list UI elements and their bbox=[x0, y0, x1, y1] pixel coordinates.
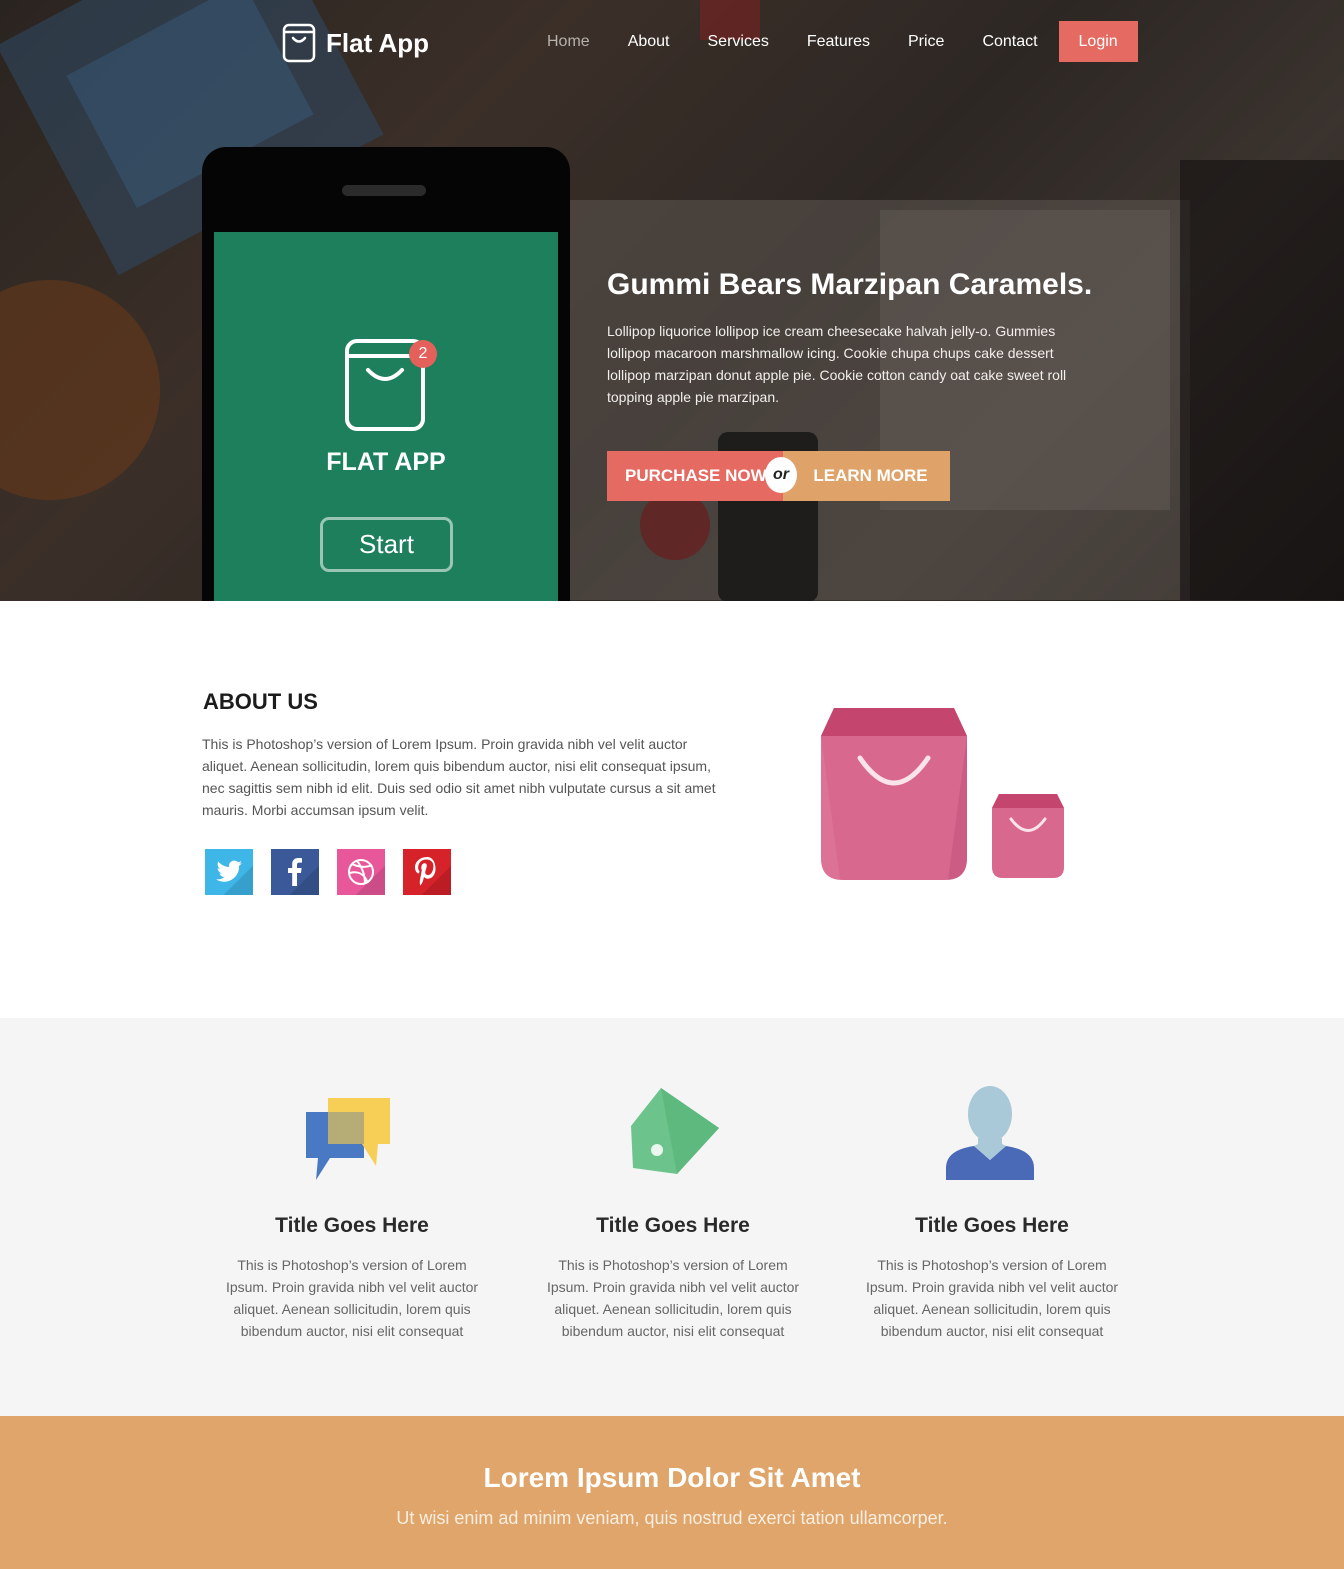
purchase-now-button[interactable]: PURCHASE NOW bbox=[607, 451, 783, 501]
feature-title: Title Goes Here bbox=[596, 1214, 750, 1237]
nav-price[interactable]: Price bbox=[889, 22, 963, 62]
chat-bubbles-icon bbox=[306, 1098, 390, 1180]
login-button[interactable]: Login bbox=[1058, 21, 1138, 62]
nav-home[interactable]: Home bbox=[528, 22, 609, 62]
feature-title: Title Goes Here bbox=[275, 1214, 429, 1237]
learn-more-button[interactable]: LEARN MORE bbox=[783, 451, 950, 501]
nav-contact[interactable]: Contact bbox=[963, 22, 1056, 62]
dribbble-icon[interactable] bbox=[337, 849, 385, 895]
background-photo-detail bbox=[1180, 160, 1344, 600]
hero-title: Gummi Bears Marzipan Caramels. bbox=[607, 268, 1093, 301]
cta-text: Ut wisi enim ad minim veniam, quis nostr… bbox=[396, 1508, 948, 1528]
app-title: FLAT APP bbox=[326, 448, 446, 476]
site-logo[interactable]: Flat App bbox=[282, 23, 429, 63]
nav-about[interactable]: About bbox=[609, 22, 689, 62]
hero-description: Lollipop liquorice lollipop ice cream ch… bbox=[607, 323, 1067, 405]
twitter-icon[interactable] bbox=[205, 849, 253, 895]
start-button[interactable]: Start bbox=[320, 517, 453, 572]
user-icon bbox=[946, 1086, 1034, 1180]
facebook-icon[interactable] bbox=[271, 849, 319, 895]
main-nav: Home About Services Features Price Conta… bbox=[528, 21, 1138, 62]
feature-title: Title Goes Here bbox=[915, 1214, 1069, 1237]
shopping-bag-large-icon bbox=[821, 708, 967, 880]
cta-banner: Lorem Ipsum Dolor Sit Amet Ut wisi enim … bbox=[0, 1416, 1344, 1569]
about-text: This is Photoshop’s version of Lorem Ips… bbox=[202, 736, 716, 818]
cta-title: Lorem Ipsum Dolor Sit Amet bbox=[483, 1462, 861, 1493]
shopping-bag-small-icon bbox=[992, 794, 1064, 878]
hero-section: Flat App Home About Services Features Pr… bbox=[0, 0, 1344, 601]
tag-icon bbox=[631, 1088, 719, 1174]
feature-text: This is Photoshop’s version of Lorem Ips… bbox=[865, 1257, 1119, 1339]
nav-services[interactable]: Services bbox=[689, 22, 788, 62]
feature-text: This is Photoshop’s version of Lorem Ips… bbox=[546, 1257, 800, 1339]
features-section: Title Goes Here This is Photoshop’s vers… bbox=[0, 1018, 1344, 1416]
social-links bbox=[205, 849, 451, 895]
phone-mockup: 2 FLAT APP Start bbox=[202, 147, 570, 601]
nav-features[interactable]: Features bbox=[788, 22, 889, 62]
phone-speaker bbox=[342, 185, 426, 196]
background-photo-detail bbox=[0, 280, 160, 500]
about-title: ABOUT US bbox=[203, 689, 318, 714]
notification-badge: 2 bbox=[409, 340, 437, 368]
phone-screen: 2 FLAT APP Start bbox=[214, 232, 558, 601]
logo-text: Flat App bbox=[326, 27, 430, 58]
shopping-bag-icon bbox=[282, 23, 316, 63]
feature-text: This is Photoshop’s version of Lorem Ips… bbox=[225, 1257, 479, 1339]
pinterest-icon[interactable] bbox=[403, 849, 451, 895]
or-separator: or bbox=[765, 457, 797, 493]
